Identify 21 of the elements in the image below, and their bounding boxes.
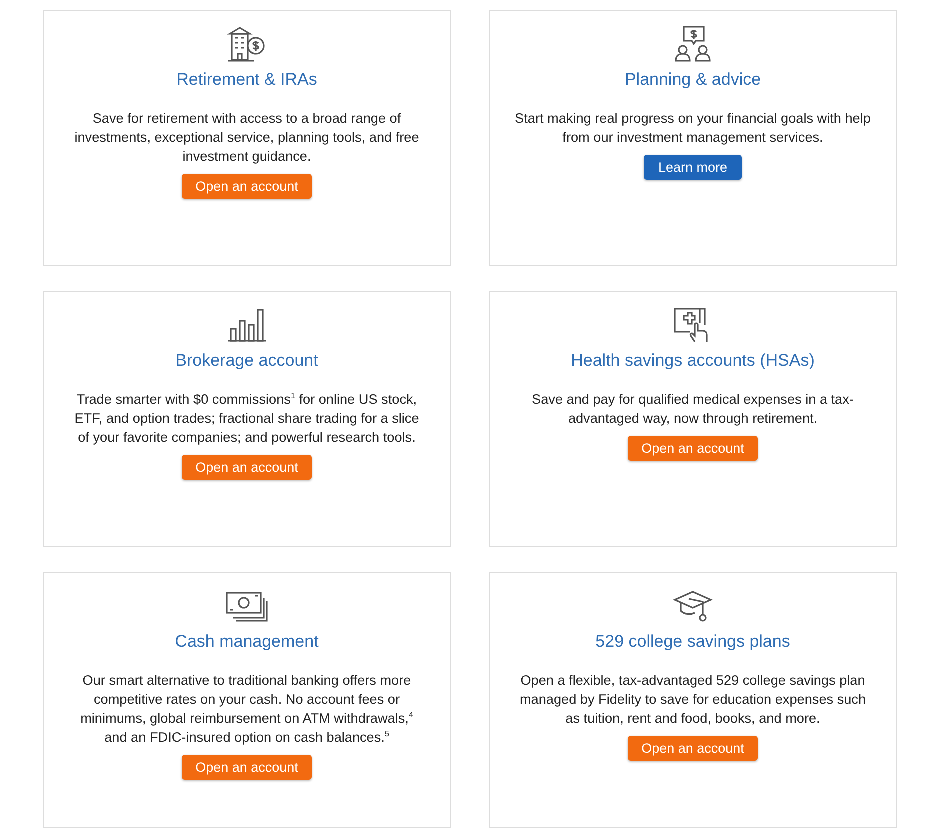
advisors-chat-icon bbox=[672, 25, 714, 63]
open-account-button[interactable]: Open an account bbox=[628, 436, 758, 461]
card-title: 529 college savings plans bbox=[596, 632, 790, 652]
learn-more-button[interactable]: Learn more bbox=[644, 155, 742, 180]
card-title: Brokerage account bbox=[176, 351, 318, 371]
card-description: Our smart alternative to traditional banking offers more competitive rates on your cash. No account fees or minimums, global reimbursement on ATM withdrawals,$^{4}$ and an FDIC-insured option on cash balances.$^{5}$ bbox=[80, 672, 414, 747]
bar-chart-icon bbox=[226, 306, 268, 344]
open-account-button[interactable]: Open an account bbox=[182, 455, 312, 480]
card-title: Health savings accounts (HSAs) bbox=[571, 351, 815, 371]
open-account-button[interactable]: Open an account bbox=[182, 755, 312, 780]
card-description: Save for retirement with access to a broad range of investments, exceptional service, planning tools, and free investment guidance. bbox=[74, 110, 420, 166]
card-description: Open a flexible, tax-advantaged 529 college savings plan managed by Fidelity to save for education expenses such as tuition, rent and food, books, and more. bbox=[518, 672, 868, 728]
card-description: Start making real progress on your financial goals with help from our investment management services. bbox=[514, 110, 872, 147]
building-coin-icon bbox=[226, 25, 268, 63]
card-description: Save and pay for qualified medical expenses in a tax-advantaged way, now through retirement. bbox=[531, 391, 855, 428]
card-title: Retirement & IRAs bbox=[176, 70, 318, 90]
card-description: Trade smarter with $0 commissions$^{1}$ for online US stock, ETF, and option trades; fractional share trading for a slice of your favorite companies; and powerful research tools. bbox=[74, 390, 420, 447]
open-account-button[interactable]: Open an account bbox=[182, 174, 312, 199]
open-account-button[interactable]: Open an account bbox=[628, 736, 758, 761]
card-title: Cash management bbox=[175, 632, 319, 652]
card-title: Planning & advice bbox=[624, 70, 762, 90]
